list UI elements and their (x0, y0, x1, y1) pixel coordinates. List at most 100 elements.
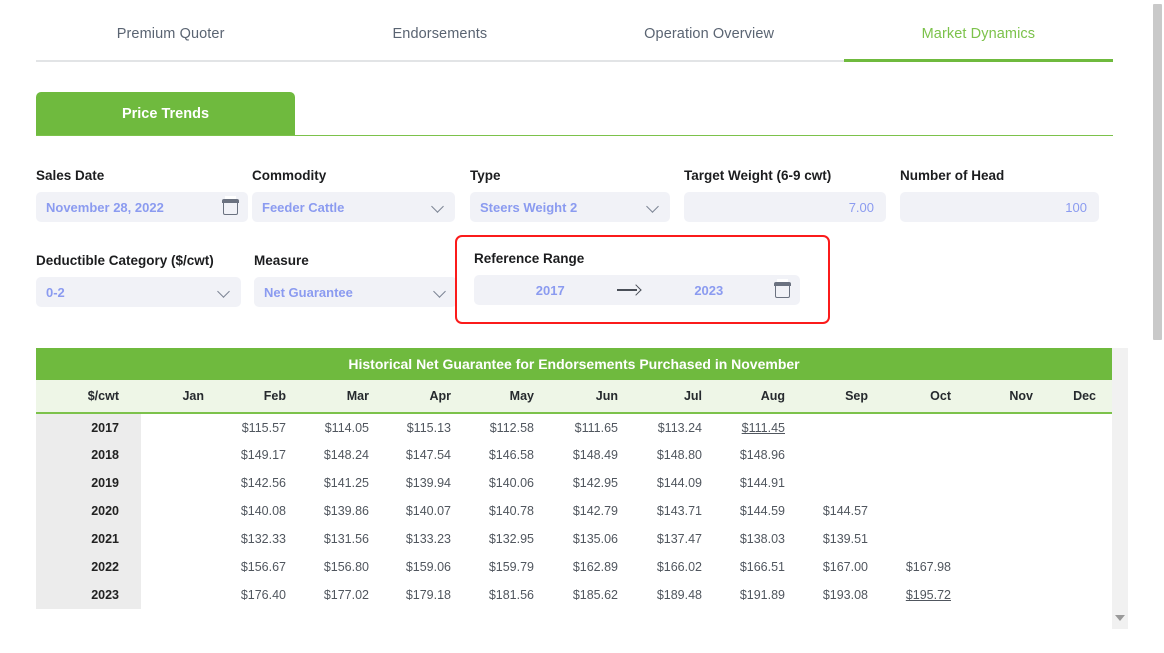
tab-premium-quoter[interactable]: Premium Quoter (36, 14, 306, 62)
deductible-category-value: 0-2 (46, 284, 65, 300)
table-cell: $144.59 (718, 497, 801, 525)
historical-net-guarantee-table: $/cwt Jan Feb Mar Apr May Jun Jul Aug Se… (36, 380, 1112, 609)
type-select[interactable]: Steers Weight 2 (470, 192, 670, 222)
target-weight-value: 7.00 (848, 199, 874, 215)
table-cell: $167.98 (884, 553, 967, 581)
table-cell (801, 413, 884, 441)
row-year-cell: 2017 (36, 413, 141, 441)
table-cell: $144.91 (718, 469, 801, 497)
chevron-down-icon[interactable] (648, 201, 660, 213)
col-header-sep: Sep (801, 380, 884, 414)
tab-endorsements[interactable]: Endorsements (305, 14, 575, 62)
table-cell: $159.79 (467, 553, 550, 581)
page-scrollbar-thumb[interactable] (1153, 4, 1162, 340)
table-cell: $143.71 (634, 497, 718, 525)
table-vertical-scrollbar[interactable] (1112, 348, 1128, 629)
table-cell (967, 553, 1049, 581)
tab-market-dynamics[interactable]: Market Dynamics (843, 14, 1113, 62)
calendar-icon[interactable] (774, 278, 791, 298)
table-cell: $156.80 (302, 553, 385, 581)
measure-select[interactable]: Net Guarantee (254, 277, 457, 307)
table-cell: $113.24 (634, 413, 718, 441)
sales-date-value: November 28, 2022 (46, 199, 164, 215)
table-cell (967, 581, 1049, 609)
deductible-category-select[interactable]: 0-2 (36, 277, 241, 307)
table-cell (884, 413, 967, 441)
target-weight-input[interactable]: 7.00 (684, 192, 886, 222)
measure-value: Net Guarantee (264, 284, 353, 300)
table-cell (1049, 553, 1112, 581)
calendar-icon[interactable] (222, 195, 239, 215)
row-year-cell: 2022 (36, 553, 141, 581)
table-cell (1049, 469, 1112, 497)
sales-date-input[interactable]: November 28, 2022 (36, 192, 248, 222)
reference-range-end[interactable]: 2023 (694, 283, 723, 298)
table-cell: $141.25 (302, 469, 385, 497)
table-cell: $138.03 (718, 525, 801, 553)
table-cell: $137.47 (634, 525, 718, 553)
reference-range-highlight: Reference Range 2017 2023 (455, 235, 830, 324)
table-row: 2018 $149.17 $148.24 $147.54 $146.58 $148.49 $… (36, 441, 1112, 469)
chevron-down-icon[interactable] (435, 286, 447, 298)
table-cell: $115.13 (385, 413, 467, 441)
table-cell (884, 525, 967, 553)
col-header-unit: $/cwt (36, 380, 141, 414)
table-cell: $149.17 (220, 441, 302, 469)
col-header-may: May (467, 380, 550, 414)
table-cell: $139.86 (302, 497, 385, 525)
table-cell: $112.58 (467, 413, 550, 441)
table-cell: $146.58 (467, 441, 550, 469)
arrow-right-icon (616, 285, 643, 295)
reference-range-start[interactable]: 2017 (536, 283, 565, 298)
tab-operation-overview[interactable]: Operation Overview (574, 14, 844, 62)
table-cell: $193.08 (801, 581, 884, 609)
table-cell: $111.45 (718, 413, 801, 441)
col-header-oct: Oct (884, 380, 967, 414)
table-row: 2017 $115.57 $114.05 $115.13 $112.58 $111.65 $… (36, 413, 1112, 441)
table-body: 2017 $115.57 $114.05 $115.13 $112.58 $111.65 $… (36, 413, 1112, 609)
table-cell (141, 441, 220, 469)
col-header-jun: Jun (550, 380, 634, 414)
table-cell (141, 553, 220, 581)
chevron-down-icon[interactable] (433, 201, 445, 213)
table-cell: $148.24 (302, 441, 385, 469)
table-cell (801, 441, 884, 469)
table-cell (967, 497, 1049, 525)
table-cell (884, 497, 967, 525)
table-row: 2019 $142.56 $141.25 $139.94 $140.06 $142.95 $… (36, 469, 1112, 497)
chevron-down-icon[interactable] (1115, 615, 1125, 621)
chevron-down-icon[interactable] (219, 286, 231, 298)
table-cell: $139.51 (801, 525, 884, 553)
commodity-select[interactable]: Feeder Cattle (252, 192, 455, 222)
table-cell (967, 469, 1049, 497)
type-label: Type (470, 168, 501, 183)
table-cell: $191.89 (718, 581, 801, 609)
table-cell: $177.02 (302, 581, 385, 609)
table-header-row: $/cwt Jan Feb Mar Apr May Jun Jul Aug Se… (36, 380, 1112, 414)
table-cell: $142.56 (220, 469, 302, 497)
page-vertical-scrollbar[interactable] (1149, 0, 1164, 653)
table-cell (141, 581, 220, 609)
table-cell (884, 469, 967, 497)
field-type: Type Steers Weight 2 (470, 168, 670, 222)
sub-tab-price-trends[interactable]: Price Trends (36, 92, 295, 135)
field-deductible-category: Deductible Category ($/cwt) 0-2 (36, 253, 241, 307)
table-cell: $140.08 (220, 497, 302, 525)
sales-date-label: Sales Date (36, 168, 105, 183)
table-cell: $140.06 (467, 469, 550, 497)
field-reference-range: Reference Range 2017 2023 (474, 251, 804, 305)
table-row: 2023 $176.40 $177.02 $179.18 $181.56 $185.62 $… (36, 581, 1112, 609)
reference-range-input[interactable]: 2017 2023 (474, 275, 800, 305)
market-dynamics-page: Premium Quoter Endorsements Operation Ov… (0, 0, 1164, 653)
table-cell: $135.06 (550, 525, 634, 553)
table-cell (141, 497, 220, 525)
table-cell: $148.96 (718, 441, 801, 469)
filters-row-1: Sales Date November 28, 2022 Commodity F… (0, 160, 1164, 245)
number-of-head-input[interactable]: 100 (900, 192, 1099, 222)
table-cell (884, 441, 967, 469)
table-cell: $166.02 (634, 553, 718, 581)
table-cell: $142.95 (550, 469, 634, 497)
field-target-weight: Target Weight (6-9 cwt) 7.00 (684, 168, 886, 222)
table-row: 2020 $140.08 $139.86 $140.07 $140.78 $142.79 $… (36, 497, 1112, 525)
table-cell (141, 469, 220, 497)
